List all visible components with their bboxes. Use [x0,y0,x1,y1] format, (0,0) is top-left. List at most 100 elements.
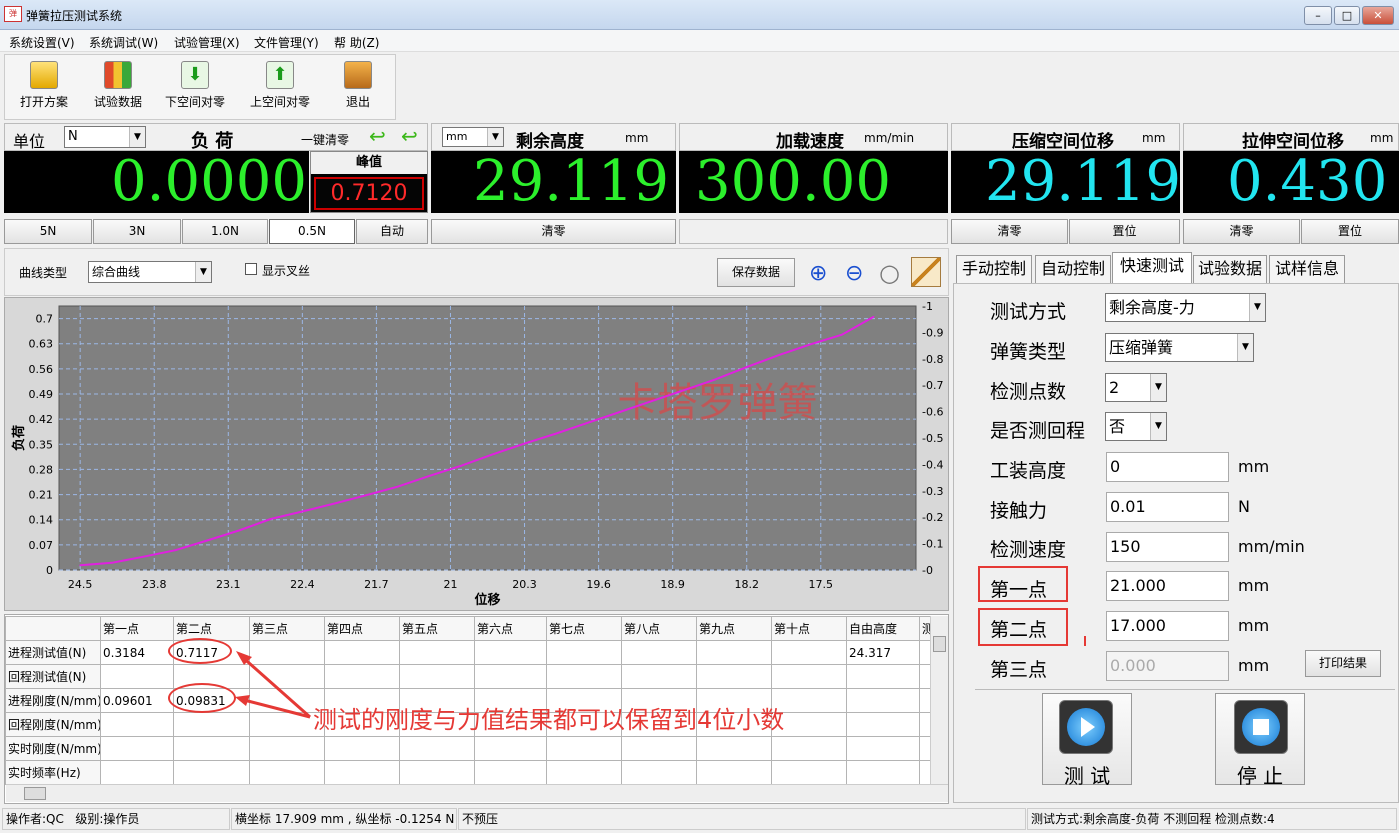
table-cell[interactable] [846,712,920,737]
remaining-unit-select[interactable]: mm ▼ [442,127,504,147]
table-cell[interactable] [696,664,772,689]
table-cell[interactable] [324,664,400,689]
range-1n-button[interactable]: 1.0N [182,219,268,244]
table-cell[interactable] [474,736,547,761]
range-3n-button[interactable]: 3N [93,219,181,244]
table-cell[interactable] [100,736,174,761]
table-cell[interactable] [546,736,622,761]
table-cell[interactable] [474,640,547,665]
table-cell[interactable] [100,712,174,737]
hscroll-thumb[interactable] [24,787,46,800]
table-cell[interactable]: 24.317 [846,640,920,665]
exit-button[interactable]: 退出 [323,59,393,110]
table-cell[interactable] [324,736,400,761]
curve-type-select[interactable]: 综合曲线 ▼ [88,261,212,283]
tab-sample-info[interactable]: 试样信息 [1269,255,1345,283]
fixture-height-input[interactable]: 0 [1106,452,1229,482]
crosshair-checkbox[interactable] [245,263,257,275]
table-cell[interactable] [771,664,847,689]
table-cell[interactable]: 0.3184 [100,640,174,665]
table-cell[interactable] [771,760,847,785]
table-cell[interactable] [846,664,920,689]
zero-arrow-icon[interactable]: ↩ [369,124,386,148]
table-cell[interactable] [546,664,622,689]
table-cell[interactable] [696,640,772,665]
upper-zero-button[interactable]: ⬆ 上空间对零 [245,59,315,110]
point2-input[interactable]: 17.000 [1106,611,1229,641]
menu-help[interactable]: 帮 助(Z) [334,34,379,51]
range-auto-button[interactable]: 自动 [356,219,428,244]
zoom-in-icon[interactable]: ⊕ [809,261,827,286]
table-cell[interactable] [474,760,547,785]
spring-type-select[interactable]: 压缩弹簧 ▼ [1105,333,1254,362]
menu-file-management[interactable]: 文件管理(Y) [254,34,319,51]
point3-input[interactable]: 0.000 [1106,651,1229,681]
zoom-out-icon[interactable]: ⊖ [845,261,863,286]
table-cell[interactable] [546,640,622,665]
open-scheme-button[interactable]: 打开方案 [9,59,79,110]
table-cell[interactable] [173,760,250,785]
table-cell[interactable] [324,760,400,785]
table-cell[interactable] [771,736,847,761]
table-cell[interactable] [546,760,622,785]
menu-system-settings[interactable]: 系统设置(V) [9,34,75,51]
point1-input[interactable]: 21.000 [1106,571,1229,601]
table-horizontal-scrollbar[interactable] [6,784,948,802]
magnifier-icon[interactable]: ○ [879,259,900,287]
range-05n-button[interactable]: 0.5N [269,219,355,244]
test-speed-input[interactable]: 150 [1106,532,1229,562]
test-button[interactable]: 测 试 [1042,693,1132,788]
table-cell[interactable] [249,736,325,761]
table-cell[interactable] [474,664,547,689]
table-cell[interactable] [771,640,847,665]
table-cell[interactable] [324,640,400,665]
table-cell[interactable] [621,664,697,689]
table-cell[interactable] [846,736,920,761]
table-cell[interactable] [621,640,697,665]
table-cell[interactable]: 0.09601 [100,688,174,713]
remaining-clear-button[interactable]: 清零 [431,219,676,244]
tension-clear-button[interactable]: 清零 [1183,219,1300,244]
table-cell[interactable] [846,760,920,785]
table-cell[interactable] [173,736,250,761]
scroll-thumb[interactable] [933,636,946,652]
points-select[interactable]: 2 ▼ [1105,373,1167,402]
table-cell[interactable] [100,664,174,689]
tension-set-button[interactable]: 置位 [1301,219,1399,244]
stop-button[interactable]: 停 止 [1215,693,1305,788]
table-vertical-scrollbar[interactable] [930,616,948,784]
ruler-icon[interactable] [911,257,941,287]
minimize-button[interactable]: – [1304,6,1332,25]
print-results-button[interactable]: 打印结果 [1305,650,1381,677]
zero-arrow-icon-2[interactable]: ↩ [401,124,418,148]
maximize-button[interactable]: □ [1334,6,1360,25]
table-cell[interactable] [621,736,697,761]
table-cell[interactable] [100,760,174,785]
range-5n-button[interactable]: 5N [4,219,92,244]
close-button[interactable]: ✕ [1362,6,1394,25]
contact-force-input[interactable]: 0.01 [1106,492,1229,522]
save-data-button[interactable]: 保存数据 [717,258,795,287]
compress-set-button[interactable]: 置位 [1069,219,1180,244]
table-cell[interactable] [399,736,475,761]
compress-clear-button[interactable]: 清零 [951,219,1068,244]
test-data-button[interactable]: 试验数据 [83,59,153,110]
return-select[interactable]: 否 ▼ [1105,412,1167,441]
table-cell[interactable] [399,664,475,689]
lower-zero-button[interactable]: ⬇ 下空间对零 [160,59,230,110]
table-cell[interactable] [399,760,475,785]
unit-select[interactable]: N ▼ [64,126,146,148]
table-cell[interactable] [696,760,772,785]
table-cell[interactable] [621,760,697,785]
tab-test-data[interactable]: 试验数据 [1193,255,1267,283]
table-cell[interactable] [399,640,475,665]
tab-quick-test[interactable]: 快速测试 [1112,252,1192,283]
menu-system-debug[interactable]: 系统调试(W) [89,34,158,51]
table-cell[interactable] [696,736,772,761]
tab-manual-control[interactable]: 手动控制 [956,255,1032,283]
menu-test-management[interactable]: 试验管理(X) [174,34,240,51]
table-cell[interactable] [846,688,920,713]
tab-auto-control[interactable]: 自动控制 [1035,255,1111,283]
table-cell[interactable] [249,760,325,785]
test-mode-select[interactable]: 剩余高度-力 ▼ [1105,293,1266,322]
